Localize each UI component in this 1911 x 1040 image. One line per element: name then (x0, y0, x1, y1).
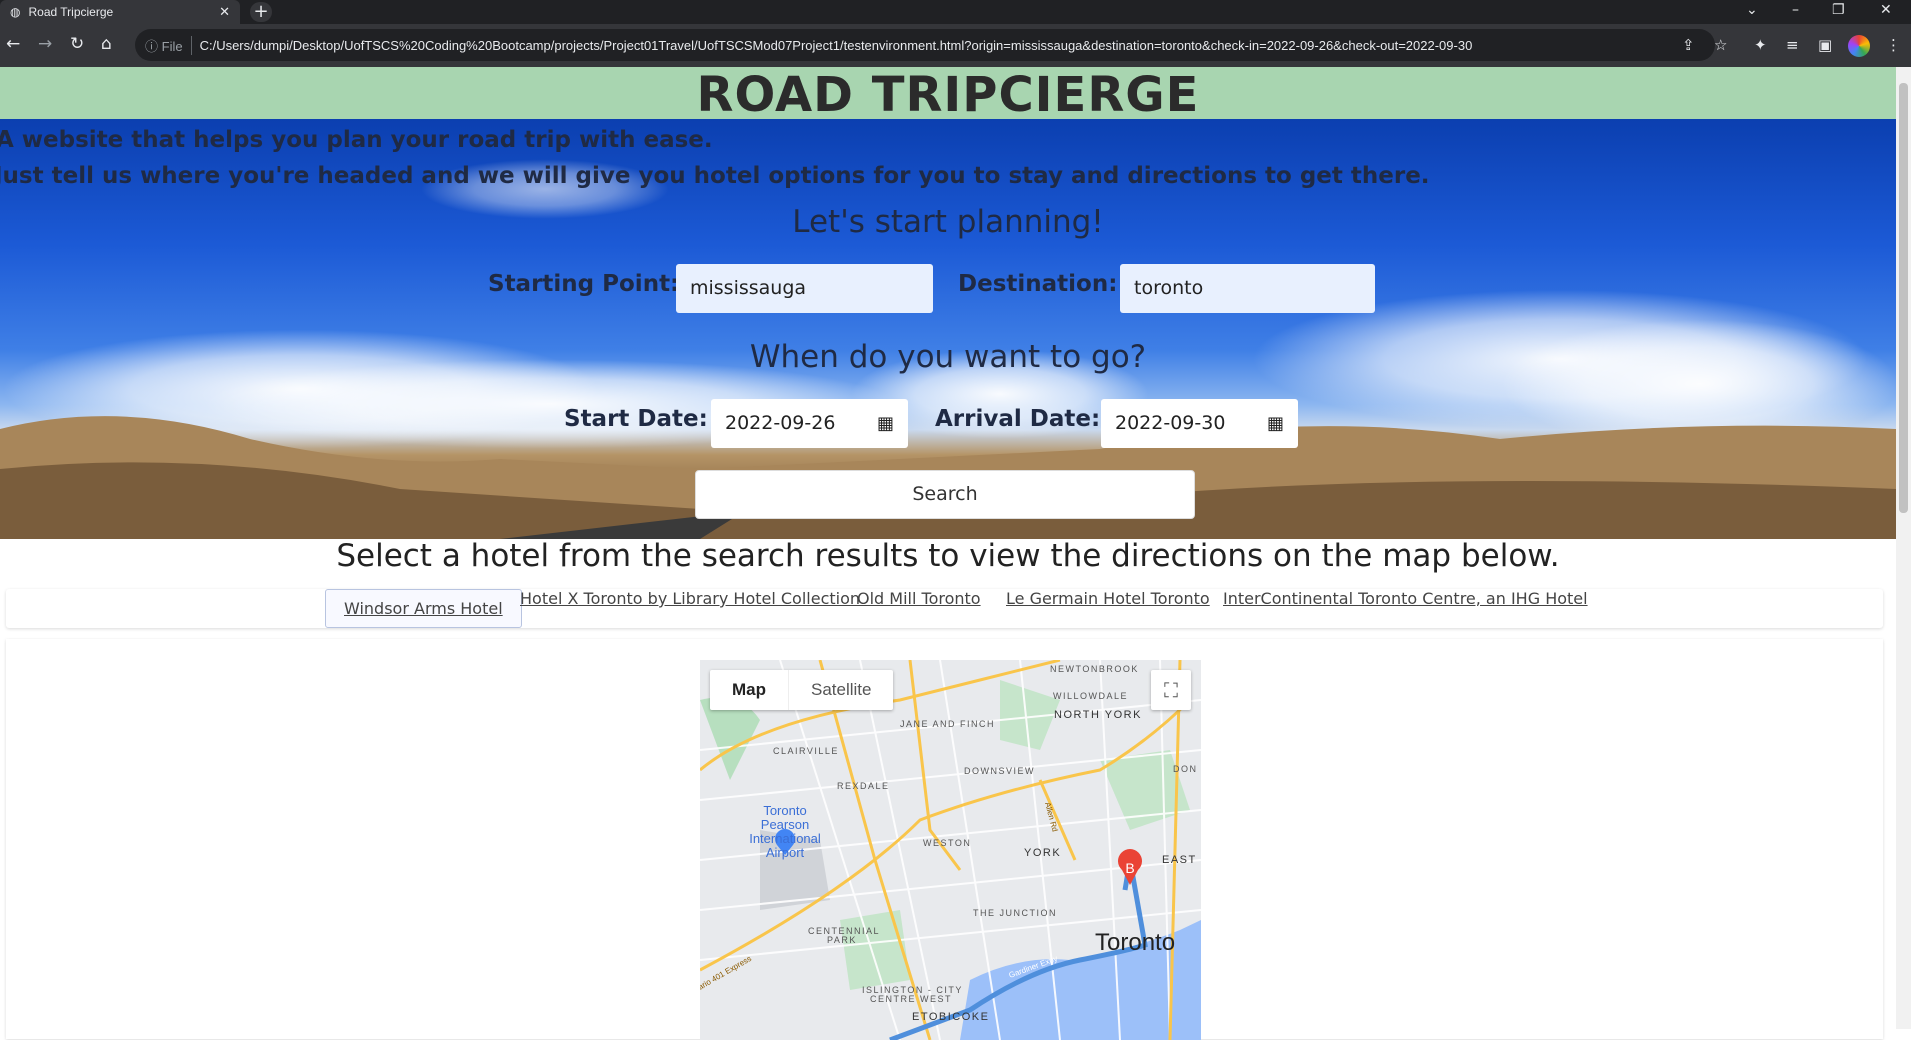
map-label: DOWNSVIEW (964, 766, 1035, 776)
destination-label: Destination: (958, 271, 1118, 297)
map-label: CENTRE WEST (870, 994, 952, 1004)
start-date-label: Start Date: (564, 406, 708, 432)
hotel-tab[interactable]: Windsor Arms Hotel (325, 589, 522, 628)
back-icon[interactable]: ← (6, 34, 20, 54)
window-close-icon[interactable]: ✕ (1880, 2, 1892, 18)
minimize-icon[interactable]: – (1792, 2, 1799, 18)
file-info-label: ⓘ File (145, 35, 192, 55)
arrival-date-input[interactable]: 2022-09-30 ▦ (1101, 399, 1298, 448)
airport-label: Pearson (761, 817, 809, 832)
hotel-tabs: Windsor Arms Hotel Hotel X Toronto by Li… (6, 589, 1883, 628)
search-button[interactable]: Search (695, 470, 1195, 519)
map-label: THE JUNCTION (973, 908, 1057, 918)
hotel-tab[interactable]: InterContinental Toronto Centre, an IHG … (1223, 589, 1588, 628)
map-label: CLAIRVILLE (773, 746, 839, 756)
hero-section: A website that helps you plan your road … (0, 119, 1896, 539)
arrival-date-value: 2022-09-30 (1115, 412, 1226, 434)
hotel-tab[interactable]: Old Mill Toronto (857, 589, 981, 628)
hotel-tab[interactable]: Le Germain Hotel Toronto (1006, 589, 1210, 628)
url-text: C:/Users/dumpi/Desktop/UofTSCS%20Coding%… (199, 37, 1473, 53)
calendar-icon[interactable]: ▦ (877, 399, 894, 448)
reload-icon[interactable]: ↻ (70, 34, 84, 54)
map-label: EAST (1162, 854, 1197, 866)
starting-point-input[interactable]: mississauga (676, 264, 933, 313)
page-scrollbar[interactable] (1896, 67, 1911, 1029)
restore-icon[interactable]: ❐ (1832, 2, 1845, 18)
airport-label: International (749, 831, 821, 846)
map-label: PARK (827, 935, 857, 945)
map-type-satellite-button[interactable]: Satellite (788, 670, 893, 710)
tab-search-icon[interactable]: ⌄ (1746, 2, 1758, 18)
map-label: WILLOWDALE (1053, 691, 1128, 701)
site-header: ROAD TRIPCIERGE (0, 67, 1896, 123)
when-heading: When do you want to go? (749, 339, 1147, 375)
arrival-date-label: Arrival Date: (935, 406, 1101, 432)
map-label: REXDALE (837, 781, 890, 791)
map-label: YORK (1024, 847, 1061, 859)
share-icon[interactable]: ⇪ (1682, 36, 1695, 54)
results-heading: Select a hotel from the search results t… (336, 538, 1560, 574)
globe-icon: ◍ (10, 5, 21, 19)
directions-map[interactable]: B NEWTONBROOK WILLOWDALE NORTH YORK JANE… (700, 660, 1201, 1040)
starting-point-label: Starting Point: (488, 271, 680, 297)
marker-b[interactable]: B (1125, 860, 1134, 876)
start-date-input[interactable]: 2022-09-26 ▦ (711, 399, 908, 448)
url-input[interactable]: ⓘ File C:/Users/dumpi/Desktop/UofTSCS%20… (135, 29, 1715, 61)
tab-title: Road Tripcierge (28, 5, 114, 19)
page-title: ROAD TRIPCIERGE (696, 67, 1200, 123)
map-type-control: Map Satellite (710, 670, 894, 710)
planning-heading: Let's start planning! (792, 204, 1104, 240)
address-bar: ← → ↻ ⌂ ⓘ File C:/Users/dumpi/Desktop/Uo… (0, 24, 1911, 67)
new-tab-button[interactable]: + (250, 2, 272, 22)
menu-icon[interactable]: ⋮ (1886, 36, 1901, 54)
home-icon[interactable]: ⌂ (101, 34, 112, 54)
map-type-map-button[interactable]: Map (710, 670, 788, 710)
calendar-icon[interactable]: ▦ (1267, 399, 1284, 448)
extensions-icon[interactable]: ✦ (1754, 36, 1767, 54)
hotel-tab[interactable]: Hotel X Toronto by Library Hotel Collect… (520, 589, 860, 628)
map-label: DON M (1173, 764, 1201, 774)
map-label: JANE AND FINCH (900, 719, 995, 729)
tagline-1: A website that helps you plan your road … (0, 127, 713, 153)
map-label: ETOBICOKE (912, 1011, 989, 1023)
airport-label: Toronto (763, 803, 806, 818)
scrollbar-thumb[interactable] (1899, 83, 1908, 513)
forward-icon[interactable]: → (38, 34, 52, 54)
bookmark-star-icon[interactable]: ☆ (1714, 36, 1727, 54)
browser-tab-bar: ◍ Road Tripcierge ✕ + ⌄ – ❐ ✕ (0, 0, 1911, 24)
map-label: NORTH YORK (1054, 709, 1142, 721)
airport-label: Airport (766, 845, 805, 860)
map-canvas[interactable]: B NEWTONBROOK WILLOWDALE NORTH YORK JANE… (700, 660, 1201, 1040)
tagline-2: Just tell us where you're headed and we … (0, 163, 1430, 189)
map-label: WESTON (923, 838, 971, 848)
destination-input[interactable]: toronto (1120, 264, 1375, 313)
start-date-value: 2022-09-26 (725, 412, 836, 434)
city-label: Toronto (1095, 929, 1175, 956)
avatar[interactable] (1848, 35, 1870, 57)
side-panel-icon[interactable]: ▣ (1818, 36, 1832, 54)
map-label: NEWTONBROOK (1050, 664, 1139, 674)
fullscreen-icon[interactable]: ⛶ (1151, 670, 1191, 710)
browser-tab[interactable]: ◍ Road Tripcierge ✕ (0, 0, 240, 24)
close-tab-icon[interactable]: ✕ (219, 4, 230, 20)
reading-list-icon[interactable]: ≡ (1786, 36, 1799, 54)
